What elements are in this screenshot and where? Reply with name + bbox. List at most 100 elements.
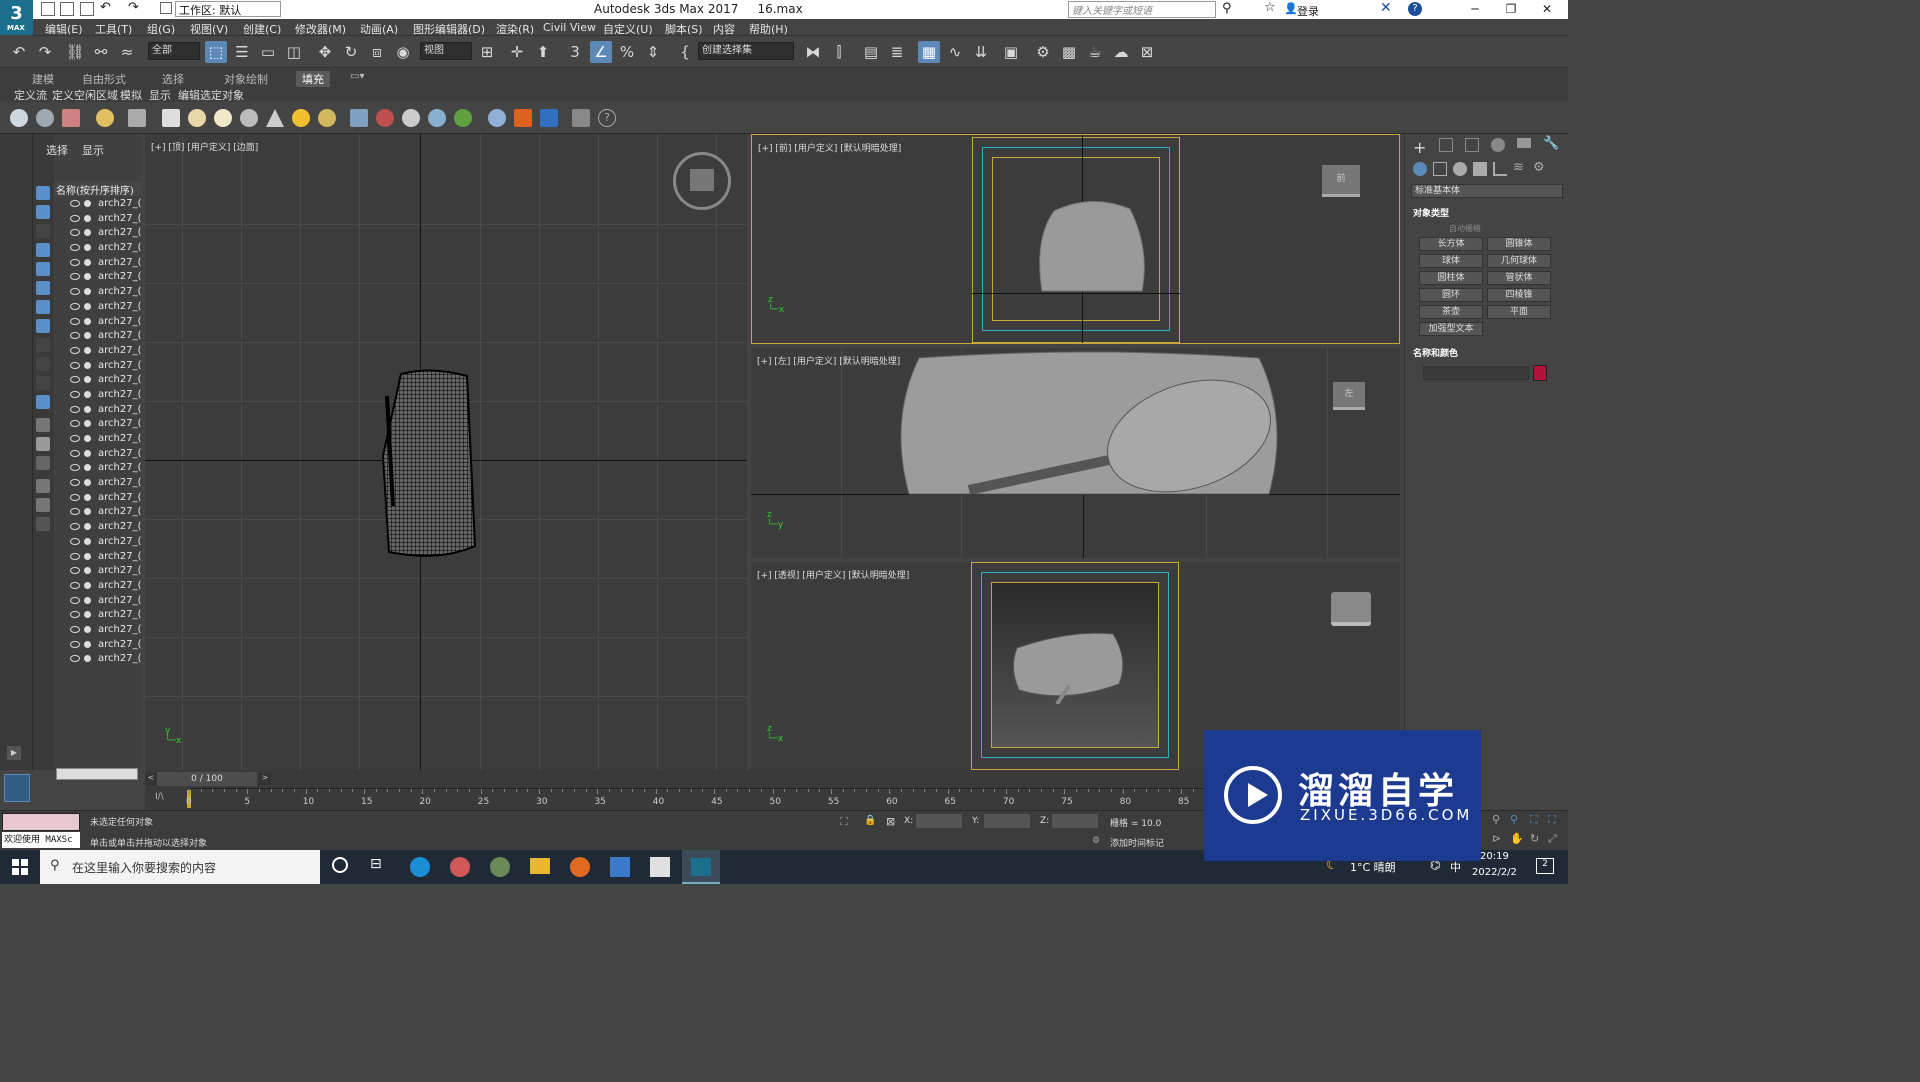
snap-3d-icon[interactable]: 3 [564, 41, 586, 63]
ribbon-simulate[interactable]: 模拟 [120, 87, 142, 103]
text-plus-button[interactable]: 加强型文本 [1419, 322, 1483, 336]
minimize-button[interactable]: ─ [1458, 0, 1492, 19]
menu-edit[interactable]: 编辑(E) [45, 21, 83, 37]
selection-filter-dropdown[interactable]: 全部 [148, 42, 200, 60]
cloud-icon[interactable] [36, 109, 54, 127]
visibility-eye-icon[interactable] [70, 611, 80, 619]
binoculars-icon[interactable]: ⚲ [1222, 1, 1232, 16]
visibility-eye-icon[interactable] [70, 229, 80, 237]
primitive-button[interactable]: 圆柱体 [1419, 271, 1483, 285]
viewport-top[interactable]: [+] [顶] [用户定义] [边面] y └─x [145, 134, 747, 770]
scene-list-item[interactable]: arch27_( [54, 404, 142, 419]
menu-rendering[interactable]: 渲染(R) [496, 21, 534, 37]
modify-tab-icon[interactable] [1439, 138, 1453, 152]
scene-list-item[interactable]: arch27_( [54, 389, 142, 404]
box-icon[interactable] [162, 109, 180, 127]
menu-help[interactable]: 帮助(H) [749, 21, 788, 37]
visibility-eye-icon[interactable] [70, 332, 80, 340]
star-icon[interactable]: ☆ [1264, 0, 1276, 15]
name-color-rollout[interactable]: 名称和颜色 [1413, 346, 1458, 359]
mirror-icon[interactable]: ⧓ [802, 41, 824, 63]
scene-list-item[interactable]: arch27_( [54, 536, 142, 551]
visibility-eye-icon[interactable] [70, 214, 80, 222]
menu-group[interactable]: 组(G) [147, 21, 175, 37]
object-type-rollout[interactable]: 对象类型 [1413, 206, 1449, 219]
particle-icon[interactable] [350, 109, 368, 127]
filter-shapes-icon[interactable] [36, 205, 50, 219]
named-selection-dropdown[interactable]: 创建选择集 [698, 42, 794, 60]
viewport-persp-label[interactable]: [+] [透视] [用户定义] [默认明暗处理] [757, 568, 909, 581]
viewcube-front[interactable]: 前 [1322, 165, 1360, 197]
scene-list-item[interactable]: arch27_( [54, 433, 142, 448]
create-tab-icon[interactable]: + [1413, 138, 1426, 157]
render-icon[interactable] [540, 109, 558, 127]
menu-animation[interactable]: 动画(A) [360, 21, 398, 37]
tab-display[interactable]: 显示 [82, 142, 104, 158]
scale-icon[interactable]: ⧈ [366, 41, 388, 63]
visibility-eye-icon[interactable] [70, 655, 80, 663]
primitive-type-dropdown[interactable]: 标准基本体 [1411, 184, 1563, 198]
freeze-dot-icon[interactable] [84, 390, 91, 398]
filter-lights-icon[interactable] [36, 224, 50, 238]
plant-icon[interactable] [454, 109, 472, 127]
select-by-name-icon[interactable]: ☰ [231, 41, 253, 63]
ribbon-define-idle[interactable]: 定义空闲区域 [52, 87, 118, 103]
scene-list-item[interactable]: arch27_( [54, 418, 142, 433]
scene-list-item[interactable]: arch27_( [54, 639, 142, 654]
teapot-icon[interactable] [10, 109, 28, 127]
visibility-eye-icon[interactable] [70, 302, 80, 310]
redo-icon[interactable]: ↷ [128, 0, 139, 15]
filter-xrefs-icon[interactable] [36, 319, 50, 333]
dope-sheet-icon[interactable]: ⇊ [970, 41, 992, 63]
visibility-eye-icon[interactable] [70, 435, 80, 442]
primitive-button[interactable]: 长方体 [1419, 237, 1483, 251]
ribbon-edit-selected[interactable]: 编辑选定对象 [178, 87, 244, 103]
visibility-eye-icon[interactable] [70, 596, 80, 604]
primitive-button[interactable]: 圆锥体 [1487, 237, 1551, 251]
gear-icon[interactable] [428, 109, 446, 127]
firefox-icon[interactable] [570, 857, 590, 877]
freeze-dot-icon[interactable] [84, 493, 91, 501]
freeze-dot-icon[interactable] [84, 581, 91, 589]
windows-start-icon[interactable] [12, 859, 28, 875]
visibility-eye-icon[interactable] [70, 640, 80, 648]
sphere-icon[interactable] [214, 109, 232, 127]
angle-snap-icon[interactable]: ∠ [590, 41, 612, 63]
pivot-center-icon[interactable]: ⊞ [476, 41, 498, 63]
freeze-dot-icon[interactable] [84, 200, 91, 207]
dynamics-icon[interactable] [376, 109, 394, 127]
visibility-eye-icon[interactable] [70, 273, 80, 281]
tab-modeling[interactable]: 建模 [32, 71, 54, 87]
freeze-dot-icon[interactable] [84, 640, 91, 648]
filter-icon[interactable] [36, 498, 50, 512]
login-label[interactable]: 登录 [1297, 3, 1319, 19]
visibility-eye-icon[interactable] [70, 244, 80, 252]
visibility-eye-icon[interactable] [70, 200, 80, 207]
ribbon-options-icon[interactable]: ▭▾ [350, 71, 364, 82]
freeze-dot-icon[interactable] [84, 317, 91, 325]
workspace-dropdown[interactable]: 工作区: 默认 [175, 1, 281, 17]
help-circle-icon[interactable]: ? [598, 109, 616, 127]
edit-named-selection-icon[interactable]: { [674, 41, 696, 63]
filter-containers-icon[interactable] [36, 357, 50, 371]
fov-icon[interactable]: ⊳ [1492, 832, 1501, 845]
visibility-eye-icon[interactable] [70, 288, 80, 296]
visibility-eye-icon[interactable] [70, 376, 80, 384]
freeze-dot-icon[interactable] [84, 288, 91, 296]
editor-icon[interactable] [610, 857, 630, 877]
x-coordinate-field[interactable] [916, 814, 962, 828]
camera-icon[interactable] [128, 109, 146, 127]
utilities-tab-icon[interactable]: 🔧 [1543, 136, 1559, 151]
render-cloud-icon[interactable]: ☁ [1110, 41, 1132, 63]
primitive-button[interactable]: 圆环 [1419, 288, 1483, 302]
hemisphere-icon[interactable] [188, 109, 206, 127]
primitive-button[interactable]: 球体 [1419, 254, 1483, 268]
freeze-dot-icon[interactable] [84, 273, 91, 281]
layer-icon[interactable] [36, 517, 50, 531]
link-icon[interactable]: ⛓ [64, 41, 86, 63]
zoom-all-icon[interactable]: ⚲ [1510, 813, 1518, 826]
tab-freeform[interactable]: 自由形式 [82, 71, 126, 87]
notifications-icon[interactable]: 2 [1536, 858, 1554, 874]
keyboard-shortcut-icon[interactable]: ⬆ [532, 41, 554, 63]
tab-selection[interactable]: 选择 [162, 71, 184, 87]
